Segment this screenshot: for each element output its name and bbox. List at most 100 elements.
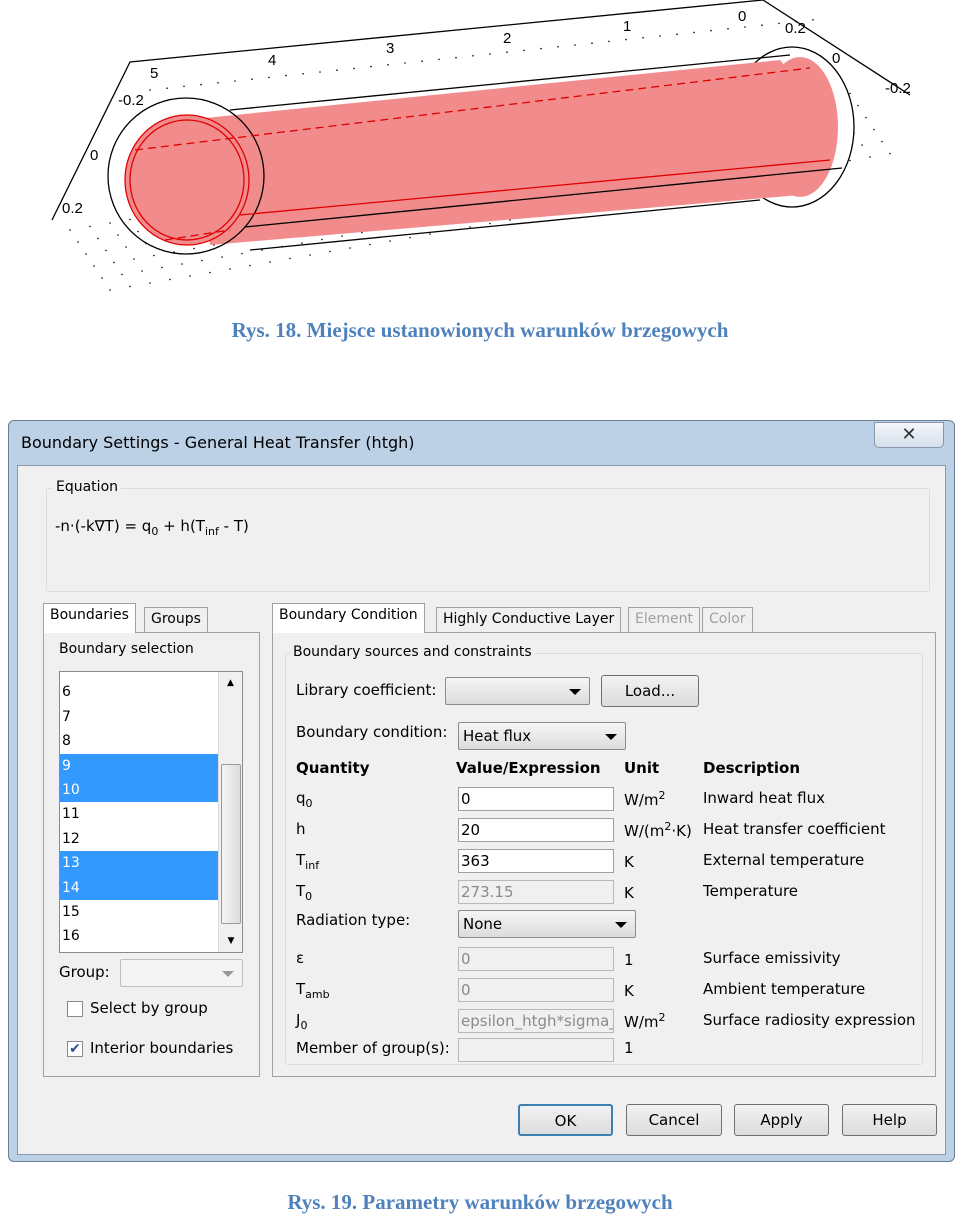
header-description: Description: [703, 759, 801, 777]
unit-label: W/m2: [624, 1011, 666, 1031]
tab-boundary-condition[interactable]: Boundary Condition: [272, 603, 425, 633]
grid-dot: [153, 254, 155, 257]
value-field: 0: [458, 978, 614, 1002]
scroll-down-icon[interactable]: ▼: [219, 936, 242, 946]
grid-dot: [321, 238, 323, 241]
apply-button[interactable]: Apply: [734, 1104, 829, 1136]
description-label: External temperature: [703, 851, 865, 869]
grid-dot: [217, 82, 219, 84]
list-item[interactable]: 10: [60, 777, 218, 803]
grid-dot: [129, 285, 131, 288]
grid-dot: [229, 268, 231, 270]
boundary-condition-panel: Boundary sources and constraints Library…: [272, 632, 936, 1077]
grid-dot: [429, 233, 431, 235]
grid-dot: [438, 58, 440, 61]
grid-dot: [93, 265, 95, 267]
grid-dot: [268, 76, 270, 79]
list-item[interactable]: 16: [60, 924, 218, 948]
help-button[interactable]: Help: [842, 1104, 937, 1136]
list-item[interactable]: 9: [60, 753, 218, 778]
list-item[interactable]: 7: [60, 705, 218, 729]
figure-caption: Rys. 19. Parametry warunków brzegowych: [287, 1190, 673, 1214]
grid-dot: [183, 85, 185, 88]
scroll-up-icon[interactable]: ▲: [219, 678, 242, 688]
grid-dot: [370, 65, 372, 68]
grid-dot: [873, 128, 875, 131]
boundary-condition-select[interactable]: Heat flux: [458, 722, 626, 750]
cancel-button[interactable]: Cancel: [626, 1104, 722, 1136]
quantity-symbol: ε: [296, 949, 305, 967]
value-field: epsilon_htgh*sigma_: [458, 1009, 614, 1033]
radiation-type-label: Radiation type:: [296, 911, 411, 929]
axis-tick-x: 3: [386, 40, 395, 57]
close-button[interactable]: ✕: [874, 422, 944, 448]
tab-groups[interactable]: Groups: [144, 607, 208, 633]
interior-boundaries-label: Interior boundaries: [90, 1039, 234, 1057]
grid-dot: [574, 44, 576, 46]
grid-dot: [141, 270, 143, 272]
dialog-title: Boundary Settings - General Heat Transfe…: [21, 433, 415, 452]
interior-boundaries-checkbox[interactable]: ✔: [67, 1041, 83, 1057]
value-field[interactable]: 20: [458, 818, 614, 842]
list-item[interactable]: 11: [60, 802, 218, 826]
grid-dot: [812, 19, 814, 21]
grid-dot: [161, 266, 163, 269]
value-field[interactable]: 0: [458, 787, 614, 811]
axis-tick-z: 0.2: [62, 200, 83, 217]
grid-dot: [221, 256, 223, 258]
grid-dot: [336, 69, 338, 71]
ok-button[interactable]: OK: [518, 1104, 613, 1136]
tab-highly-conductive-layer[interactable]: Highly Conductive Layer: [436, 607, 622, 633]
tab-boundaries[interactable]: Boundaries: [43, 603, 136, 633]
unit-label: K: [624, 982, 634, 1000]
grid-dot: [506, 51, 508, 53]
grid-dot: [889, 152, 891, 155]
grid-dot: [125, 246, 127, 248]
grid-dot: [389, 240, 391, 242]
list-item[interactable]: 13: [60, 851, 218, 876]
grid-dot: [659, 35, 661, 37]
list-item[interactable]: 6: [60, 680, 218, 704]
grid-dot: [608, 40, 610, 43]
list-item[interactable]: 12: [60, 827, 218, 851]
axis-tick-y: 0: [832, 50, 841, 67]
grid-dot: [149, 282, 151, 284]
load-button[interactable]: Load...: [601, 675, 699, 707]
header-unit: Unit: [624, 759, 660, 777]
value-field: 0: [458, 947, 614, 971]
grid-dot: [241, 252, 243, 255]
group-select[interactable]: [120, 959, 243, 987]
select-by-group-checkbox[interactable]: [67, 1001, 83, 1017]
value-field[interactable]: 363: [458, 849, 614, 873]
list-item[interactable]: 5: [60, 672, 218, 680]
header-value: Value/Expression: [456, 759, 601, 777]
grid-dot: [113, 261, 115, 264]
list-item[interactable]: 8: [60, 729, 218, 753]
list-scrollbar[interactable]: ▲ ▼: [218, 672, 242, 952]
scroll-thumb[interactable]: [221, 764, 241, 924]
grid-dot: [693, 31, 695, 34]
sources-label: Boundary sources and constraints: [290, 644, 535, 660]
grid-dot: [69, 229, 71, 231]
axis-tick-y: -0.2: [885, 80, 911, 97]
grid-dot: [309, 254, 311, 256]
grid-dot: [129, 218, 131, 221]
grid-dot: [269, 261, 271, 263]
radiation-type-select[interactable]: None: [458, 910, 636, 938]
equation-label: Equation: [53, 479, 122, 495]
member-of-groups-unit: 1: [624, 1039, 634, 1057]
grid-dot: [849, 159, 851, 162]
member-of-groups-label: Member of group(s):: [296, 1039, 450, 1057]
grid-dot: [349, 247, 351, 249]
grid-dot: [557, 46, 559, 48]
library-coefficient-label: Library coefficient:: [296, 681, 437, 699]
boundary-list[interactable]: 5678910111213141516 ▲ ▼: [59, 671, 243, 953]
grid-dot: [101, 277, 103, 279]
description-label: Surface radiosity expression: [703, 1011, 916, 1029]
axis-tick-x: 4: [268, 52, 277, 69]
grid-dot: [849, 92, 851, 95]
list-item[interactable]: 15: [60, 900, 218, 924]
grid-dot: [121, 273, 123, 276]
library-coefficient-select[interactable]: [445, 677, 590, 705]
list-item[interactable]: 14: [60, 875, 218, 900]
